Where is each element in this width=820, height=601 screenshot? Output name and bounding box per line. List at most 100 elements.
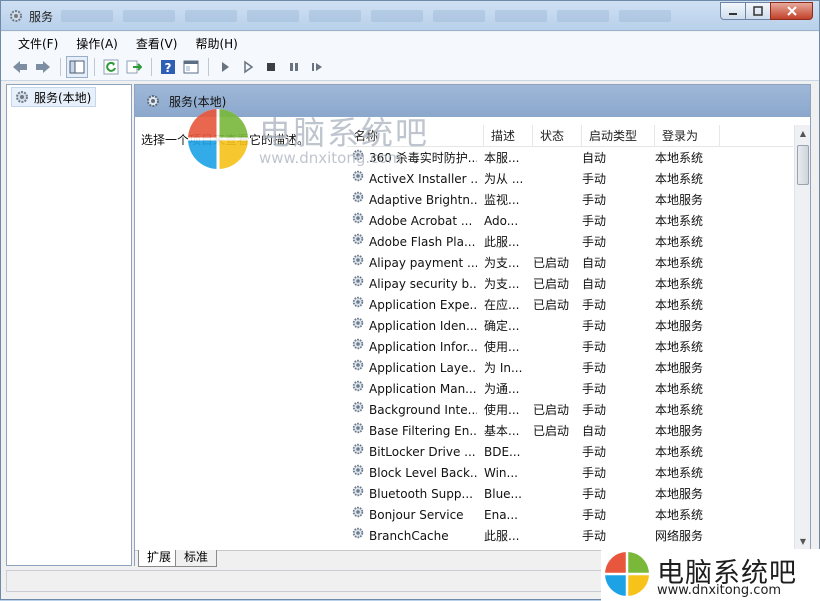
table-row[interactable]: Base Filtering En... 基本... 已启动 自动 本地服务 bbox=[347, 421, 793, 442]
pane-title: 服务(本地) bbox=[169, 94, 227, 109]
service-gear-icon bbox=[351, 463, 365, 484]
services-table: 名称 描述 状态 启动类型 登录为 360 杀毒实时防护... 本服... 自动 本地… bbox=[347, 125, 793, 549]
refresh-button[interactable] bbox=[100, 56, 122, 78]
cell-status bbox=[526, 463, 575, 484]
toolbar-separator bbox=[208, 58, 209, 76]
scroll-down-arrow[interactable]: ▼ bbox=[795, 533, 811, 549]
help-button[interactable]: ? bbox=[157, 56, 179, 78]
table-row[interactable]: Application Laye... 为 In... 手动 本地服务 bbox=[347, 358, 793, 379]
cell-startup-type: 手动 bbox=[582, 403, 607, 417]
cell-startup-type: 自动 bbox=[582, 424, 607, 438]
menu-view[interactable]: 查看(V) bbox=[127, 35, 187, 52]
cell-description: Ena... bbox=[484, 508, 518, 522]
services-window: 服务 文件(F) 操作(A) 查看(V) 帮助(H) ? 服务(本地) 服务(本… bbox=[0, 0, 820, 601]
cell-status bbox=[526, 442, 575, 463]
cell-log-on-as: 本地系统 bbox=[655, 235, 704, 249]
column-header-description[interactable]: 描述 bbox=[484, 125, 533, 147]
stop-service-button[interactable] bbox=[260, 56, 282, 78]
close-button[interactable] bbox=[770, 2, 813, 20]
table-row[interactable]: Bluetooth Supp... Blue... 手动 本地服务 bbox=[347, 484, 793, 505]
restart-service-button[interactable] bbox=[306, 56, 328, 78]
menu-help[interactable]: 帮助(H) bbox=[186, 35, 246, 52]
cell-log-on-as: 本地系统 bbox=[655, 298, 704, 312]
service-name: Application Expe... bbox=[369, 298, 477, 312]
pause-service-button[interactable] bbox=[283, 56, 305, 78]
table-row[interactable]: Alipay security b... 为支... 已启动 自动 本地系统 bbox=[347, 274, 793, 295]
service-name: BranchCache bbox=[369, 529, 449, 543]
watermark-logo bbox=[188, 109, 248, 169]
properties-button[interactable] bbox=[180, 56, 202, 78]
tab-extended[interactable]: 扩展 bbox=[138, 550, 181, 567]
cell-startup-type: 手动 bbox=[582, 445, 607, 459]
cell-status bbox=[526, 190, 575, 211]
cell-name: Base Filtering En... bbox=[347, 421, 477, 442]
cell-status bbox=[526, 232, 575, 253]
scroll-up-arrow[interactable]: ▲ bbox=[795, 125, 811, 141]
table-row[interactable]: Application Man... 为通... 手动 本地系统 bbox=[347, 379, 793, 400]
table-row[interactable]: Application Expe... 在应... 已启动 手动 本地系统 bbox=[347, 295, 793, 316]
forward-button[interactable] bbox=[32, 56, 54, 78]
restart-icon bbox=[312, 63, 322, 71]
maximize-icon bbox=[753, 6, 763, 16]
cell-log-on-as: 本地系统 bbox=[655, 466, 704, 480]
table-row[interactable]: Adobe Acrobat ... Ado... 手动 本地系统 bbox=[347, 211, 793, 232]
column-header-status[interactable]: 状态 bbox=[533, 125, 582, 147]
table-row[interactable]: ActiveX Installer ... 为从 ... 手动 本地系统 bbox=[347, 169, 793, 190]
start-service-alt-button[interactable] bbox=[237, 56, 259, 78]
cell-name: BranchCache bbox=[347, 526, 477, 547]
help-icon: ? bbox=[161, 60, 175, 75]
cell-log-on-as: 本地系统 bbox=[655, 256, 704, 270]
close-icon bbox=[786, 6, 797, 16]
cell-name: Block Level Back... bbox=[347, 463, 477, 484]
table-row[interactable]: BitLocker Drive ... BDE... 手动 本地系统 bbox=[347, 442, 793, 463]
service-name: ActiveX Installer ... bbox=[369, 172, 477, 186]
table-row[interactable]: Bonjour Service Ena... 手动 本地系统 bbox=[347, 505, 793, 526]
tab-standard[interactable]: 标准 bbox=[175, 550, 218, 567]
table-row[interactable]: Application Infor... 使用... 手动 本地系统 bbox=[347, 337, 793, 358]
watermark-url: www.dnxitong.com bbox=[259, 149, 403, 167]
column-header-startup-type[interactable]: 启动类型 bbox=[582, 125, 655, 147]
cell-log-on-as: 本地系统 bbox=[655, 340, 704, 354]
service-name: Base Filtering En... bbox=[369, 424, 477, 438]
table-row[interactable]: Block Level Back... Win... 手动 本地系统 bbox=[347, 463, 793, 484]
service-name: Application Man... bbox=[369, 382, 477, 396]
show-hide-console-tree-button[interactable] bbox=[66, 56, 88, 78]
cell-description: 监视... bbox=[484, 193, 520, 207]
table-row[interactable]: Adaptive Brightn... 监视... 手动 本地服务 bbox=[347, 190, 793, 211]
tree-item-services-local[interactable]: 服务(本地) bbox=[11, 87, 97, 107]
service-gear-icon bbox=[351, 211, 365, 232]
menu-file[interactable]: 文件(F) bbox=[9, 35, 67, 52]
tree-item-label: 服务(本地) bbox=[34, 90, 92, 105]
title-bar[interactable]: 服务 bbox=[1, 1, 819, 31]
cell-description: 在应... bbox=[484, 298, 520, 312]
minimize-button[interactable] bbox=[720, 2, 746, 20]
watermark-text: 电脑系统吧 bbox=[259, 114, 430, 152]
window-title: 服务 bbox=[29, 10, 54, 24]
stop-icon bbox=[267, 63, 275, 71]
service-name: Alipay payment ... bbox=[369, 256, 477, 270]
menu-action[interactable]: 操作(A) bbox=[67, 35, 127, 52]
services-gear-icon bbox=[8, 8, 24, 24]
table-row[interactable]: Adobe Flash Pla... 此服... 手动 本地系统 bbox=[347, 232, 793, 253]
cell-name: Application Infor... bbox=[347, 337, 477, 358]
vertical-scrollbar[interactable]: ▲ ▼ bbox=[794, 125, 810, 549]
cell-startup-type: 手动 bbox=[582, 340, 607, 354]
service-name: Bluetooth Supp... bbox=[369, 487, 473, 501]
start-service-button[interactable] bbox=[214, 56, 236, 78]
cell-status: 已启动 bbox=[533, 403, 570, 417]
brand-url: www.dnxitong.com bbox=[657, 583, 782, 598]
export-list-button[interactable] bbox=[123, 56, 145, 78]
service-name: Adaptive Brightn... bbox=[369, 193, 477, 207]
column-header-log-on-as[interactable]: 登录为 bbox=[655, 125, 720, 147]
table-row[interactable]: Background Inte... 使用... 已启动 手动 本地系统 bbox=[347, 400, 793, 421]
maximize-button[interactable] bbox=[745, 2, 771, 20]
table-row[interactable]: BranchCache 此服... 手动 网络服务 bbox=[347, 526, 793, 547]
service-name: Application Laye... bbox=[369, 361, 477, 375]
services-gear-icon bbox=[147, 95, 159, 107]
back-button[interactable] bbox=[9, 56, 31, 78]
table-row[interactable]: Alipay payment ... 为支... 已启动 自动 本地系统 bbox=[347, 253, 793, 274]
table-row[interactable]: Application Iden... 确定... 手动 本地服务 bbox=[347, 316, 793, 337]
cell-startup-type: 手动 bbox=[582, 529, 607, 543]
scroll-thumb[interactable] bbox=[797, 145, 809, 185]
toolbar-separator bbox=[60, 58, 61, 76]
